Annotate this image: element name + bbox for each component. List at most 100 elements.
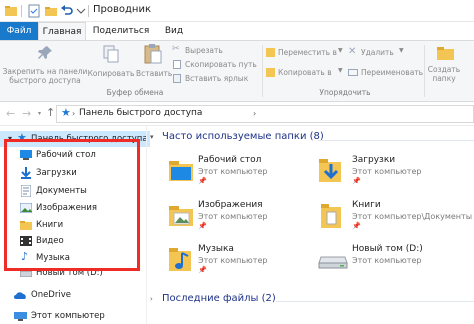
forward-arrow-icon[interactable]: → — [22, 107, 31, 120]
chevron-down-icon: ▼ — [338, 67, 343, 74]
tab-share[interactable]: Поделиться — [92, 22, 150, 40]
copy-to-button[interactable]: Копировать в ▼ — [266, 67, 346, 79]
pane-splitter[interactable] — [146, 126, 147, 324]
organize-group-label: Упорядочить — [319, 88, 371, 97]
recent-locations-chevron-icon[interactable]: ▾ — [38, 110, 41, 117]
drive-icon — [318, 256, 348, 269]
tile-downloads[interactable]: Загрузки Этот компьютер 📌 — [318, 152, 468, 188]
tile-name: Изображения — [198, 200, 263, 210]
undo-icon[interactable] — [60, 4, 74, 18]
up-arrow-icon[interactable]: ↑ — [46, 106, 55, 119]
move-to-label: Переместить в — [278, 48, 337, 57]
pin-label: Закрепить на панели быстрого доступа — [2, 67, 88, 85]
paste-label: Вставить — [136, 69, 173, 78]
paste-shortcut-icon — [173, 74, 181, 83]
rename-label: Переименовать — [361, 68, 424, 77]
nav-item-label: OneDrive — [31, 290, 71, 300]
divider — [88, 5, 89, 17]
tile-desktop[interactable]: Рабочий стол Этот компьютер 📌 — [168, 152, 308, 188]
nav-item-this-pc[interactable]: Этот компьютер — [14, 308, 142, 324]
pin-icon — [38, 46, 52, 59]
pin-icon: 📌 — [352, 222, 361, 230]
new-folder-button[interactable]: Создать папку — [426, 43, 474, 87]
chevron-right-icon: › — [72, 109, 76, 118]
tile-name: Рабочий стол — [198, 155, 262, 165]
copy-path-button[interactable]: Скопировать путь — [172, 59, 264, 71]
tile-name: Музыка — [198, 244, 234, 254]
address-bar[interactable]: ★ › Панель быстрого доступа › — [56, 105, 474, 123]
folder-icon — [321, 204, 341, 228]
new-folder-label: Создать папку — [427, 65, 461, 83]
computer-icon — [14, 312, 27, 321]
window-title: Проводник — [93, 4, 151, 15]
rename-button[interactable]: Переименовать — [348, 67, 424, 79]
copy-label: Копировать — [87, 69, 135, 78]
properties-icon[interactable] — [27, 4, 41, 18]
copy-to-label: Копировать в — [278, 68, 332, 77]
copy-to-icon — [266, 68, 275, 77]
new-folder-icon[interactable] — [44, 4, 58, 18]
cut-label: Вырезать — [185, 46, 223, 55]
divider — [21, 5, 22, 17]
copy-path-label: Скопировать путь — [185, 60, 257, 69]
pin-to-quick-access-button[interactable]: Закрепить на панели быстрого доступа — [2, 43, 88, 87]
delete-button[interactable]: ✕ Удалить ▼ — [348, 46, 408, 59]
move-to-icon — [266, 48, 275, 57]
rename-icon — [348, 69, 358, 76]
onedrive-icon — [14, 292, 26, 299]
copy-button[interactable]: Копировать — [86, 43, 136, 87]
address-toolbar: ← → ▾ ↑ ★ › Панель быстрого доступа › — [0, 102, 474, 126]
move-to-button[interactable]: Переместить в ▼ — [266, 47, 346, 59]
tile-location: Этот компьютер — [198, 212, 268, 221]
ribbon-tabs: Файл Главная Поделиться Вид — [0, 22, 474, 40]
divider — [424, 45, 425, 97]
tile-name: Загрузки — [352, 155, 396, 165]
chevron-down-icon: ▼ — [399, 47, 404, 54]
tile-location: Этот компьютер — [198, 256, 268, 265]
new-folder-icon — [437, 47, 454, 60]
delete-icon: ✕ — [348, 46, 357, 57]
tile-drive-d[interactable]: Новый том (D:) Этот компьютер — [318, 241, 468, 277]
tab-file[interactable]: Файл — [0, 22, 38, 40]
tab-home[interactable]: Главная — [38, 22, 86, 40]
paste-button[interactable]: Вставить — [136, 43, 173, 87]
tile-books[interactable]: Книги Этот компьютер\Документы 📌 — [318, 197, 474, 233]
tile-location: Этот компьютер — [198, 167, 268, 176]
title-bar: Проводник — [0, 0, 474, 22]
frequent-folders-title: Часто используемые папки (8) — [162, 131, 324, 142]
chevron-right-icon: › — [253, 109, 257, 118]
star-icon: ★ — [61, 106, 71, 119]
tile-music[interactable]: Музыка Этот компьютер 📌 — [168, 241, 308, 277]
tile-location: Этот компьютер — [352, 256, 422, 265]
copy-icon — [103, 45, 119, 63]
desktop-icon — [169, 161, 193, 181]
tab-view[interactable]: Вид — [156, 22, 192, 40]
ribbon: Закрепить на панели быстрого доступа Коп… — [0, 40, 474, 102]
paste-icon — [144, 44, 162, 64]
scissors-icon: ✂ — [172, 44, 180, 54]
address-path: Панель быстрого доступа — [79, 108, 203, 118]
chevron-down-icon[interactable] — [74, 4, 88, 18]
delete-label: Удалить — [361, 48, 394, 57]
tile-pictures[interactable]: Изображения Этот компьютер 📌 — [168, 197, 308, 233]
tile-name: Книги — [352, 200, 381, 210]
nav-item-onedrive[interactable]: OneDrive — [14, 287, 142, 303]
tile-location: Этот компьютер — [352, 167, 422, 176]
section-divider — [318, 140, 474, 141]
highlight-box — [4, 139, 140, 271]
chevron-down-icon: ▼ — [338, 47, 343, 54]
cut-button[interactable]: ✂ Вырезать — [172, 44, 264, 57]
back-arrow-icon[interactable]: ← — [6, 107, 15, 120]
clipboard-group-label: Буфер обмена — [106, 88, 164, 97]
pin-icon: 📌 — [198, 266, 207, 274]
section-divider — [276, 301, 474, 302]
tile-location: Этот компьютер\Документы — [352, 212, 473, 221]
chevron-right-icon: › — [150, 295, 153, 303]
copy-path-icon — [173, 60, 181, 69]
tile-name: Новый том (D:) — [352, 244, 423, 254]
paste-shortcut-button[interactable]: Вставить ярлык — [172, 73, 264, 85]
divider — [262, 45, 263, 97]
explorer-window: Проводник Файл Главная Поделиться Вид За… — [0, 0, 474, 324]
paste-shortcut-label: Вставить ярлык — [185, 74, 249, 83]
pictures-icon — [169, 206, 193, 226]
